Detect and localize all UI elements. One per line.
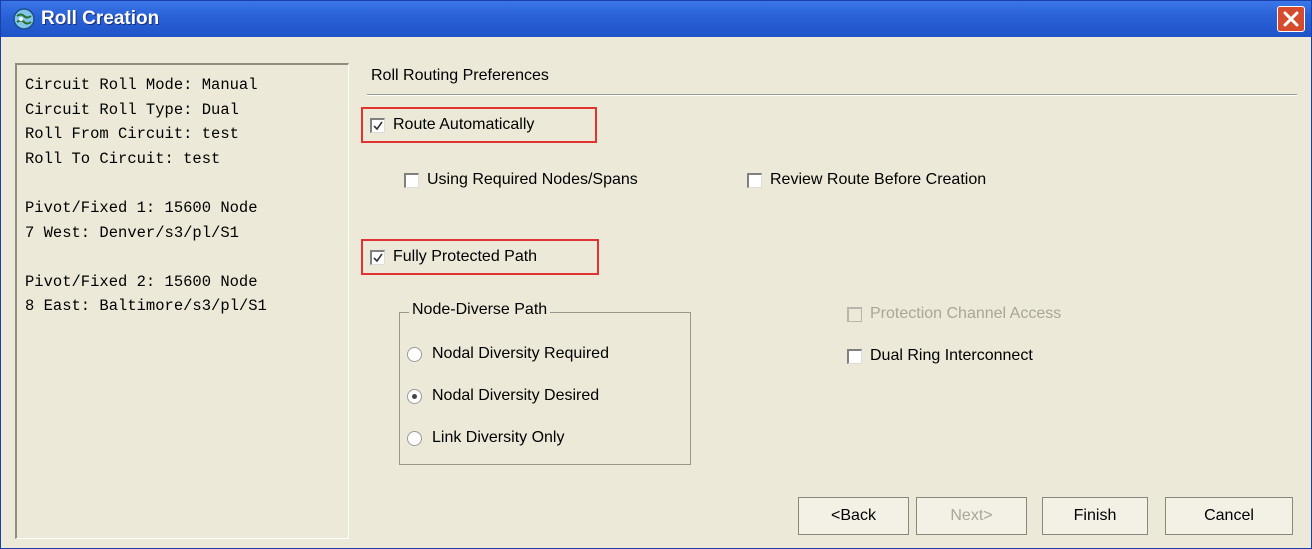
- radio-button[interactable]: [407, 346, 422, 362]
- summary-line: Roll To Circuit: test: [25, 149, 221, 168]
- checkbox-box[interactable]: [370, 117, 385, 133]
- back-button[interactable]: <Back: [798, 497, 909, 535]
- title-bar[interactable]: Roll Creation: [1, 1, 1311, 37]
- close-button[interactable]: [1277, 6, 1305, 32]
- route-automatically-checkbox[interactable]: Route Automatically: [370, 116, 534, 134]
- nodal-diversity-desired-radio[interactable]: Nodal Diversity Desired: [407, 387, 599, 405]
- summary-line: Roll From Circuit: test: [25, 125, 239, 144]
- roll-creation-window: Roll Creation Circuit Roll Mode: Manual …: [0, 0, 1312, 549]
- checkbox-box[interactable]: [370, 249, 385, 265]
- checkbox-box: [847, 306, 862, 322]
- summary-line: 8 East: Baltimore/s3/pl/S1: [25, 297, 267, 316]
- summary-line: 7 West: Denver/s3/pl/S1: [25, 223, 239, 242]
- summary-line: Pivot/Fixed 2: 15600 Node: [25, 272, 258, 291]
- check-icon: [373, 253, 383, 262]
- protection-channel-access-label: Protection Channel Access: [870, 305, 1062, 322]
- roll-summary-text: Circuit Roll Mode: Manual Circuit Roll T…: [25, 73, 267, 319]
- protection-channel-access-checkbox: Protection Channel Access: [847, 305, 1061, 323]
- close-icon: [1283, 11, 1299, 27]
- check-icon: [373, 121, 383, 130]
- link-diversity-only-radio[interactable]: Link Diversity Only: [407, 429, 564, 447]
- globe-icon: [13, 8, 35, 30]
- checkbox-box[interactable]: [847, 348, 862, 364]
- fully-protected-path-checkbox[interactable]: Fully Protected Path: [370, 248, 537, 266]
- checkbox-box[interactable]: [747, 172, 762, 188]
- using-required-nodes-checkbox[interactable]: Using Required Nodes/Spans: [404, 171, 638, 189]
- checkbox-box[interactable]: [404, 172, 419, 188]
- nodal-diversity-desired-label: Nodal Diversity Desired: [432, 387, 600, 404]
- radio-button[interactable]: [407, 430, 422, 446]
- section-divider: [367, 94, 1297, 96]
- summary-line: Pivot/Fixed 1: 15600 Node: [25, 198, 258, 217]
- fully-protected-path-label: Fully Protected Path: [393, 248, 538, 265]
- radio-selected-dot: [412, 393, 417, 399]
- review-route-label: Review Route Before Creation: [770, 171, 987, 188]
- route-automatically-label: Route Automatically: [393, 116, 535, 133]
- node-diverse-path-title: Node-Diverse Path: [409, 301, 551, 319]
- using-required-nodes-label: Using Required Nodes/Spans: [427, 171, 638, 188]
- cancel-button[interactable]: Cancel: [1165, 497, 1293, 535]
- link-diversity-only-label: Link Diversity Only: [432, 429, 565, 446]
- summary-line: Circuit Roll Mode: Manual: [25, 76, 258, 94]
- radio-button[interactable]: [407, 388, 422, 404]
- section-title: Roll Routing Preferences: [371, 67, 549, 84]
- summary-line: Circuit Roll Type: Dual: [25, 100, 239, 119]
- dual-ring-interconnect-label: Dual Ring Interconnect: [870, 347, 1033, 364]
- dual-ring-interconnect-checkbox[interactable]: Dual Ring Interconnect: [847, 347, 1033, 365]
- next-button: Next>: [916, 497, 1027, 535]
- finish-button[interactable]: Finish: [1042, 497, 1148, 535]
- review-route-checkbox[interactable]: Review Route Before Creation: [747, 171, 986, 189]
- window-title: Roll Creation: [41, 8, 160, 29]
- nodal-diversity-required-radio[interactable]: Nodal Diversity Required: [407, 345, 609, 363]
- roll-summary-panel: Circuit Roll Mode: Manual Circuit Roll T…: [15, 63, 349, 539]
- nodal-diversity-required-label: Nodal Diversity Required: [432, 345, 609, 362]
